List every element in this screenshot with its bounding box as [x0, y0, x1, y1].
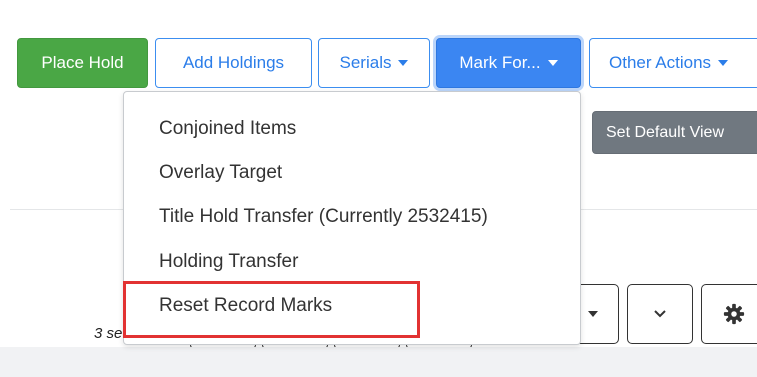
- serials-dropdown-button[interactable]: Serials: [318, 38, 430, 88]
- caret-down-icon: [588, 311, 598, 317]
- place-hold-button[interactable]: Place Hold: [17, 38, 148, 88]
- gear-icon: [723, 303, 745, 325]
- other-actions-label: Other Actions: [609, 53, 712, 72]
- other-actions-dropdown-button[interactable]: Other Actions: [589, 38, 757, 88]
- add-holdings-button[interactable]: Add Holdings: [155, 38, 312, 88]
- place-hold-label: Place Hold: [41, 53, 124, 72]
- menu-item-conjoined-items[interactable]: Conjoined Items: [159, 118, 296, 140]
- caret-down-icon: [398, 60, 409, 66]
- add-holdings-label: Add Holdings: [182, 53, 285, 72]
- set-default-view-label: Set Default View: [606, 123, 724, 141]
- menu-item-overlay-target[interactable]: Overlay Target: [159, 162, 282, 184]
- results-count: 3 se: [94, 325, 123, 342]
- serials-label: Serials: [339, 53, 392, 72]
- menu-item-holding-transfer[interactable]: Holding Transfer: [159, 251, 298, 273]
- menu-item-title-hold-transfer[interactable]: Title Hold Transfer (Currently 2532415): [159, 206, 488, 228]
- annotation-highlight-box: [123, 281, 420, 338]
- set-default-view-button[interactable]: Set Default View: [592, 111, 757, 154]
- chevron-down-icon: [654, 310, 666, 318]
- caret-down-icon: [547, 60, 558, 66]
- table-header-band: [0, 347, 757, 377]
- mark-for-label: Mark For...: [459, 53, 541, 72]
- caret-down-icon: [718, 60, 729, 66]
- settings-button[interactable]: [701, 284, 757, 344]
- mark-for-dropdown-button[interactable]: Mark For...: [436, 38, 581, 88]
- expand-toggle-button[interactable]: [627, 284, 693, 344]
